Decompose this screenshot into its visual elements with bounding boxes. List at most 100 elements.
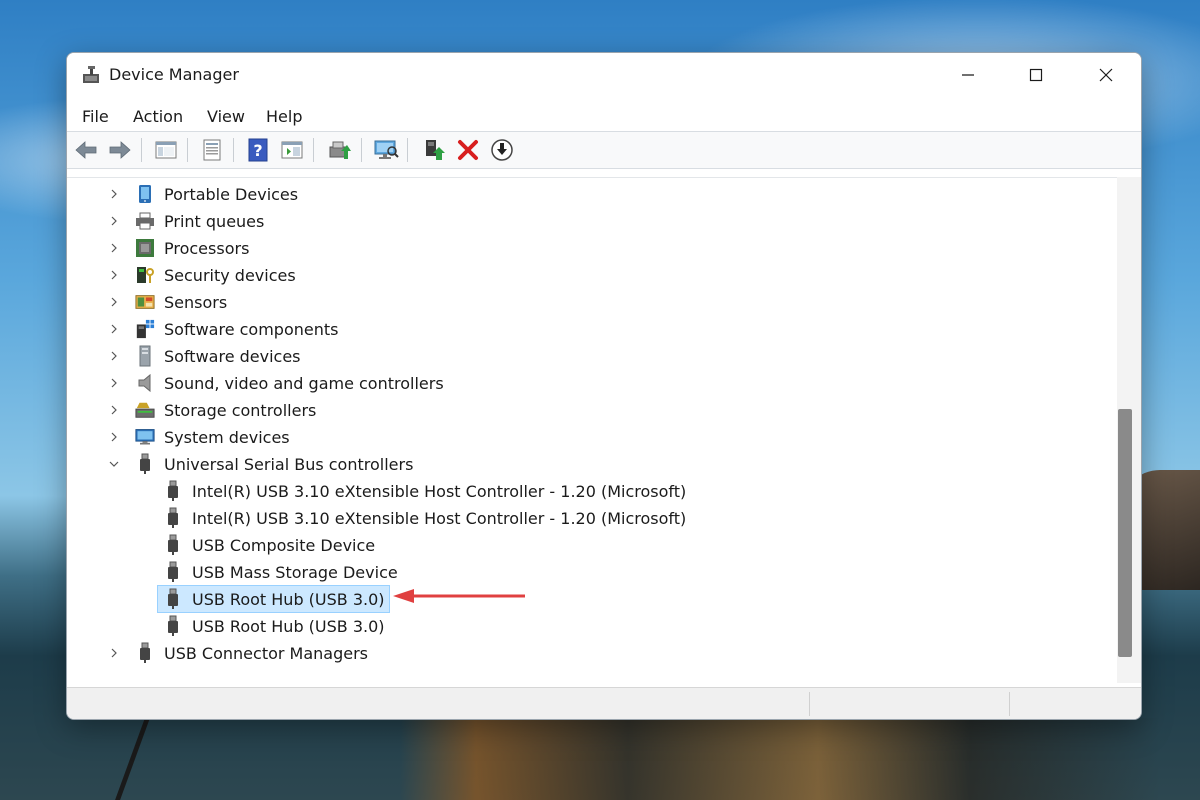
tree-item-label: USB Composite Device [192,535,376,555]
usb-plug-icon [135,453,155,474]
chevron-right-icon[interactable] [107,646,121,660]
scan-hardware-button[interactable] [373,137,399,163]
help-button[interactable]: ? [245,137,271,163]
tree-item-label: System devices [164,427,290,447]
portable-device-icon [135,184,155,204]
disable-device-button[interactable] [489,137,515,163]
tree-item-label: Security devices [164,265,296,285]
arrow-left-icon [75,141,97,159]
tree-device-usb-mass-storage[interactable]: USB Mass Storage Device [163,559,398,585]
chevron-right-icon[interactable] [107,403,121,417]
chevron-down-icon[interactable] [107,457,121,471]
chevron-right-icon[interactable] [107,430,121,444]
usb-plug-icon [135,642,155,663]
tree-category-sound-video-game[interactable]: Sound, video and game controllers [107,370,444,396]
software-device-icon [135,345,155,367]
annotation-arrow-icon [393,589,525,603]
toolbar-separator [141,138,142,162]
tree-category-print-queues[interactable]: Print queues [107,208,264,234]
chevron-right-icon[interactable] [107,322,121,336]
tree-item-label: Storage controllers [164,400,317,420]
forward-button[interactable] [107,137,133,163]
storage-controller-icon [135,400,155,420]
tree-item-label: Sound, video and game controllers [164,373,444,393]
tree-category-sensors[interactable]: Sensors [107,289,227,315]
monitor-icon [135,427,155,447]
processor-icon [135,238,155,258]
toolbar-separator [187,138,188,162]
tree-category-processors[interactable]: Processors [107,235,249,261]
window-title: Device Manager [109,65,239,84]
tree-item-label: USB Root Hub (USB 3.0) [192,616,385,636]
tree-item-label: USB Root Hub (USB 3.0) [192,589,385,609]
usb-plug-icon [163,480,183,501]
show-hide-console-tree-button[interactable] [153,137,179,163]
chevron-right-icon[interactable] [107,295,121,309]
tree-category-software-devices[interactable]: Software devices [107,343,301,369]
menu-bar: File Action View Help [67,103,1141,131]
tree-category-security-devices[interactable]: Security devices [107,262,296,288]
title-bar[interactable]: Device Manager [67,53,1141,97]
properties-button[interactable] [199,137,225,163]
chevron-right-icon[interactable] [107,268,121,282]
tree-item-label: Software devices [164,346,301,366]
tree-category-storage-controllers[interactable]: Storage controllers [107,397,316,423]
update-driver-button[interactable] [327,137,353,163]
background-tree [115,718,210,800]
device-manager-app-icon [83,66,99,83]
properties-icon [203,139,221,161]
status-bar-divider [1009,692,1010,716]
chevron-right-icon[interactable] [107,241,121,255]
tree-category-portable-devices[interactable]: Portable Devices [107,181,298,207]
menu-action[interactable]: Action [131,105,185,128]
maximize-icon [1029,68,1043,82]
scrollbar-thumb[interactable] [1118,409,1132,657]
tree-item-label: Processors [164,238,250,258]
download-circle-icon [491,139,513,161]
usb-plug-icon [163,507,183,528]
toolbar-separator [313,138,314,162]
close-icon [1099,68,1113,82]
usb-plug-icon [163,561,183,582]
tree-category-usb-controllers[interactable]: Universal Serial Bus controllers [107,451,413,477]
tree-item-label: Print queues [164,211,265,231]
arrow-right-icon [109,141,131,159]
device-tree[interactable]: Portable Devices Print queues Processors… [67,177,1117,684]
chevron-right-icon[interactable] [107,376,121,390]
tree-device-intel-usb-host-controller-1[interactable]: Intel(R) USB 3.10 eXtensible Host Contro… [163,478,686,504]
tree-device-intel-usb-host-controller-2[interactable]: Intel(R) USB 3.10 eXtensible Host Contro… [163,505,686,531]
usb-plug-icon [163,534,183,555]
menu-file[interactable]: File [80,105,111,128]
device-manager-window: Device Manager File Action View Help ? P… [66,52,1142,720]
menu-help[interactable]: Help [264,105,304,128]
toolbar-separator [233,138,234,162]
speaker-icon [135,373,155,393]
status-bar-divider [809,692,810,716]
uninstall-device-button[interactable] [455,137,481,163]
tree-device-usb-composite[interactable]: USB Composite Device [163,532,375,558]
toolbar-separator [361,138,362,162]
tree-item-label: Sensors [164,292,228,312]
close-button[interactable] [1071,53,1141,97]
tree-category-system-devices[interactable]: System devices [107,424,290,450]
tree-item-label: USB Mass Storage Device [192,562,398,582]
enable-device-icon [426,140,445,160]
enable-device-button[interactable] [421,137,447,163]
show-hide-action-pane-button[interactable] [279,137,305,163]
usb-plug-icon [163,615,183,636]
tree-device-usb-root-hub-selected[interactable]: USB Root Hub (USB 3.0) [157,585,390,613]
chevron-right-icon[interactable] [107,349,121,363]
svg-text:?: ? [253,141,262,160]
security-device-icon [135,265,155,285]
minimize-button[interactable] [933,53,1003,97]
action-pane-icon [281,141,303,159]
tree-device-usb-root-hub[interactable]: USB Root Hub (USB 3.0) [163,613,385,639]
tree-item-label: Universal Serial Bus controllers [164,454,414,474]
maximize-button[interactable] [1001,53,1071,97]
back-button[interactable] [73,137,99,163]
tree-category-software-components[interactable]: Software components [107,316,338,342]
chevron-right-icon[interactable] [107,214,121,228]
tree-category-usb-connector-managers[interactable]: USB Connector Managers [107,640,368,666]
chevron-right-icon[interactable] [107,187,121,201]
menu-view[interactable]: View [205,105,247,128]
